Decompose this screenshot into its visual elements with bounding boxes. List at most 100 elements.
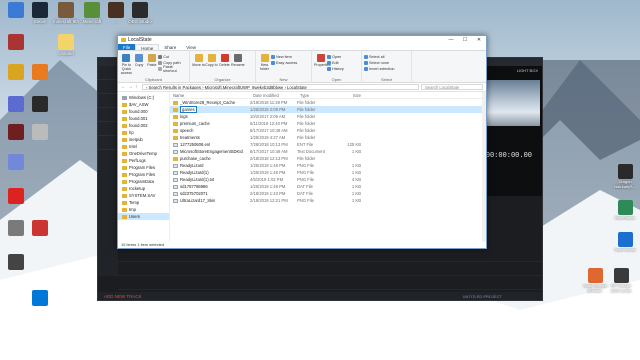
desktop-icon[interactable] <box>26 220 54 237</box>
file-row[interactable]: games 1/25/2019 2:09 PM File folder <box>170 106 486 113</box>
timeline-track[interactable] <box>118 248 542 262</box>
editor-tool[interactable] <box>98 66 118 80</box>
invert-selection-button[interactable]: Invert selection <box>364 66 395 71</box>
nav-item[interactable]: Users <box>118 213 169 220</box>
select-none-button[interactable]: Select none <box>364 60 395 65</box>
tab-file[interactable]: File <box>118 44 136 50</box>
desktop-icon[interactable] <box>2 254 30 271</box>
timeline-track[interactable] <box>118 262 542 276</box>
nav-item[interactable]: PerfLogs <box>118 157 169 164</box>
easy-access-button[interactable]: Easy access <box>271 60 297 65</box>
editor-tool[interactable] <box>98 94 118 108</box>
nav-item[interactable]: tmp <box>118 206 169 213</box>
desktop-icon[interactable]: Dragon NaturallyS... <box>612 164 638 189</box>
paste-shortcut-button[interactable]: Paste shortcut <box>158 65 187 73</box>
vertical-scrollbar[interactable] <box>482 92 486 242</box>
desktop-icon[interactable]: TeamViewer <box>612 232 638 253</box>
address-bar[interactable]: › Search Results in Packages › Microsoft… <box>142 84 419 90</box>
file-row[interactable]: premium_cache 5/11/2018 12:40 PM File fold… <box>170 120 486 127</box>
nav-item[interactable]: Windows (C:) <box>118 94 169 101</box>
rename-input[interactable]: games <box>180 106 197 113</box>
nav-item[interactable]: OneDriveTemp <box>118 150 169 157</box>
file-row[interactable]: treatments 1/25/2019 4:27 AM File folder <box>170 134 486 141</box>
ribbon-group-select: Select all Select none Invert selection … <box>362 51 412 83</box>
new-item-button[interactable]: New item <box>271 54 297 59</box>
select-all-button[interactable]: Select all <box>364 54 395 59</box>
desktop-icon[interactable]: Avast Secure Browser <box>582 268 608 293</box>
desktop-icon[interactable]: Steam <box>26 2 54 24</box>
add-track-button[interactable]: ADD NEW TRACK <box>104 294 142 299</box>
file-row[interactable]: 1277250608.ent 7/28/2018 10:13 PM ENT File… <box>170 141 486 148</box>
rename-icon <box>233 54 242 62</box>
nav-item[interactable]: inetpub <box>118 136 169 143</box>
edit-button[interactable]: Edit <box>327 60 344 65</box>
desktop-icon[interactable]: OBS Studio <box>126 2 154 24</box>
search-input[interactable]: Search LocalState <box>421 84 483 90</box>
desktop-icon[interactable] <box>26 64 54 81</box>
nav-item[interactable]: found.002 <box>118 122 169 129</box>
timeline-track[interactable] <box>118 276 542 290</box>
file-icon <box>173 142 178 147</box>
tab-view[interactable]: View <box>181 44 201 50</box>
desktop-icon[interactable] <box>2 154 30 171</box>
window-titlebar[interactable]: LocalState — ☐ ✕ <box>118 36 486 44</box>
file-row[interactable]: logs 10/2/2017 2:09 AM File folder <box>170 113 486 120</box>
desktop-icon[interactable]: Untitled <box>52 34 80 56</box>
open-button[interactable]: Open <box>327 54 344 59</box>
file-row[interactable]: ReadyLizard 1/25/2019 1:48 PM PNG File 1 KB <box>170 162 486 169</box>
nav-item[interactable]: rocketup <box>118 185 169 192</box>
file-type: PNG File <box>297 177 314 182</box>
file-row[interactable]: sd2375702071 2/18/2019 1:43 PM DAT File 1 K… <box>170 190 486 197</box>
column-type[interactable]: Type <box>297 93 337 98</box>
file-date: 1/25/2019 4:27 AM <box>250 135 286 140</box>
file-row[interactable]: ReadyLizard(1) 1/25/2019 1:48 PM PNG File 1… <box>170 169 486 176</box>
editor-tool[interactable] <box>98 80 118 94</box>
address-bar-row: ← → ↑ › Search Results in Packages › Mic… <box>118 83 486 92</box>
nav-item[interactable]: $AV_ASW <box>118 101 169 108</box>
nav-item[interactable]: found.001 <box>118 115 169 122</box>
nav-item[interactable]: found.000 <box>118 108 169 115</box>
tab-home[interactable]: Home <box>135 44 160 51</box>
desktop-icon[interactable] <box>26 290 54 307</box>
tab-share[interactable]: Share <box>159 44 181 50</box>
history-button[interactable]: History <box>327 66 344 71</box>
file-type: PNG File <box>297 170 314 175</box>
file-row[interactable]: speech 8/17/2017 10:48 AM File folder <box>170 127 486 134</box>
desktop-icon[interactable]: minecraft 9th <box>52 2 80 24</box>
desktop-icon[interactable] <box>2 34 30 51</box>
desktop-icon[interactable] <box>26 96 54 113</box>
editor-tool[interactable] <box>98 108 118 122</box>
nav-item[interactable]: hp <box>118 129 169 136</box>
file-row[interactable]: UltraLizard17_Skin 2/18/2019 12:21 PM PNG … <box>170 197 486 204</box>
desktop-icon[interactable] <box>26 124 54 141</box>
file-name-cell: UltraLizard17_Skin <box>170 198 250 203</box>
minimize-button[interactable]: — <box>444 36 458 44</box>
folder-icon <box>173 128 178 133</box>
file-row[interactable]: MicrosoftStoreEngagementSDKId 8/17/2017 1… <box>170 148 486 155</box>
column-date-modified[interactable]: Date modified <box>250 93 297 98</box>
nav-item[interactable]: Temp <box>118 199 169 206</box>
desktop-icon[interactable]: HP Deskjet 2600 series <box>608 268 634 293</box>
file-row[interactable]: _WinStore28_Receipt_Cache 2/18/2018 11:39… <box>170 99 486 106</box>
nav-item[interactable]: Intel <box>118 143 169 150</box>
column-size[interactable]: Size <box>337 93 361 98</box>
back-arrow-icon[interactable]: ← <box>121 84 126 90</box>
nav-item[interactable]: Program Files <box>118 171 169 178</box>
group-label-new: New <box>279 77 288 82</box>
file-row[interactable]: ReadyLizard(1).txt 4/5/2019 1:02 PM PNG Fi… <box>170 176 486 183</box>
file-row[interactable]: sd1787786986 1/25/2019 1:48 PM DAT File 1 K… <box>170 183 486 190</box>
forward-arrow-icon[interactable]: → <box>128 84 133 90</box>
desktop-icon[interactable]: BlueStacks <box>612 200 638 221</box>
editor-tool[interactable] <box>98 122 118 136</box>
up-arrow-icon[interactable]: ↑ <box>135 84 140 90</box>
maximize-button[interactable]: ☐ <box>458 36 472 44</box>
cut-button[interactable]: Cut <box>158 54 187 59</box>
editor-tool[interactable] <box>98 136 118 150</box>
nav-item[interactable]: SYSTEM.SAV <box>118 192 169 199</box>
nav-item[interactable]: ProgramData <box>118 178 169 185</box>
desktop-icon[interactable] <box>2 188 30 205</box>
close-button[interactable]: ✕ <box>472 36 486 44</box>
column-name[interactable]: Name <box>170 93 250 98</box>
nav-item[interactable]: Program Files <box>118 164 169 171</box>
file-row[interactable]: purchase_cache 2/18/2018 12:13 PM File fol… <box>170 155 486 162</box>
